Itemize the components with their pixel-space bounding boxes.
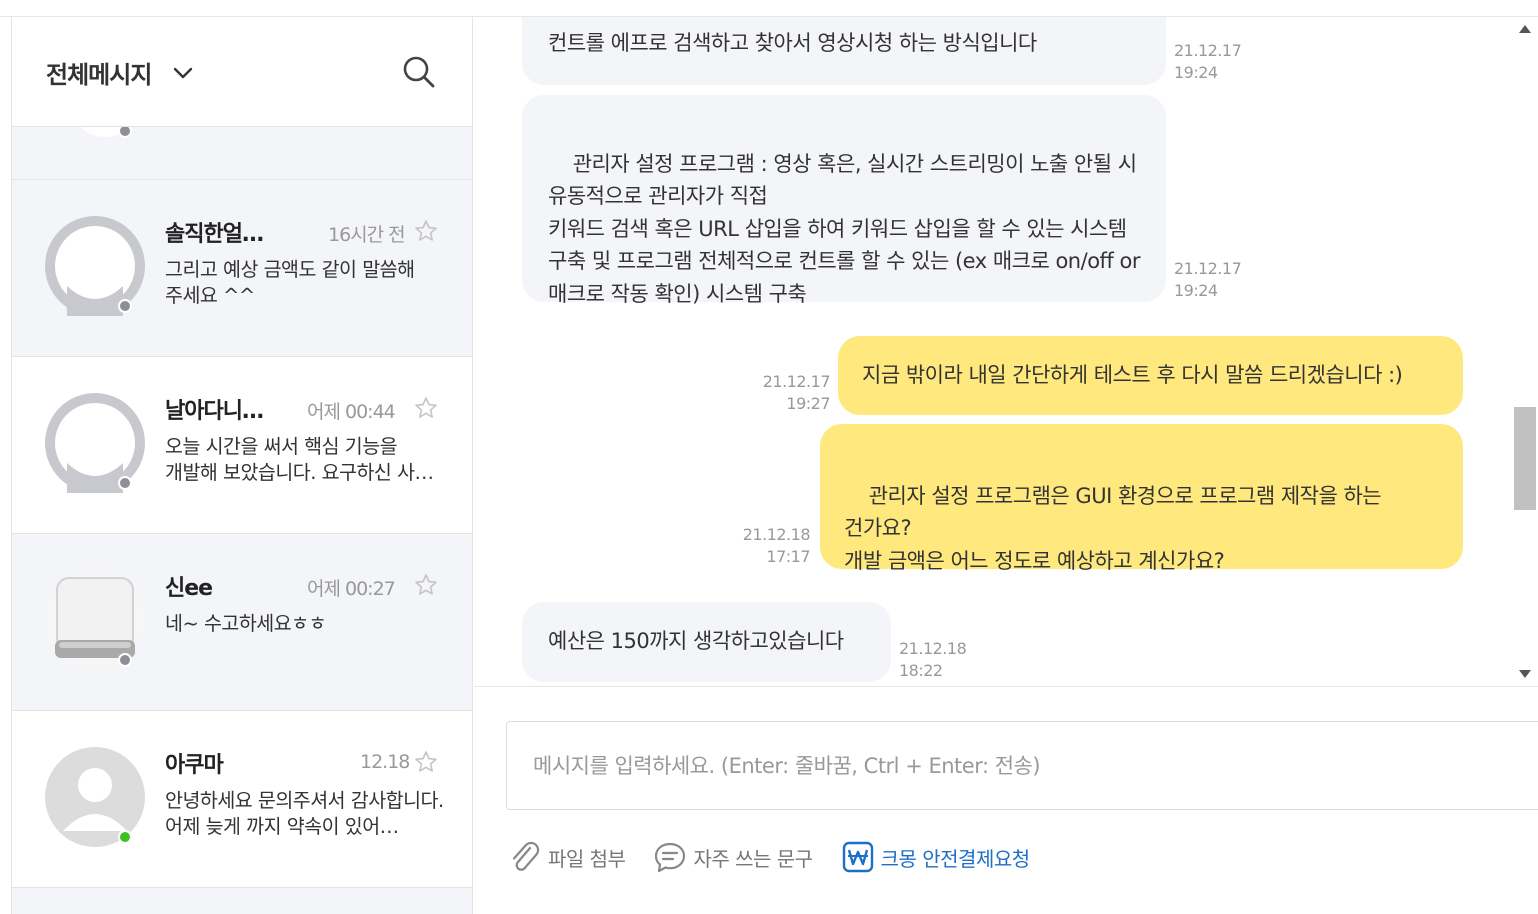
scroll-down-arrow-icon[interactable] [1519,670,1531,678]
frequent-phrases-button[interactable]: 자주 쓰는 문구 [653,840,813,874]
outgoing-message-bubble: 지금 밖이라 내일 간단하게 테스트 후 다시 말씀 드리겠습니다 :) [838,336,1463,415]
won-payment-icon [842,841,873,873]
conversation-row[interactable]: 날아다니… 어제 00:44 오늘 시간을 써서 핵심 기능을 개발해 보았습니… [12,357,472,534]
message-date: 21.12.17 [762,372,831,391]
message-time: 19:24 [1174,63,1218,82]
conversation-time: 어제 00:27 [307,578,396,600]
message-timestamp: 21.12.17 19:24 [1174,258,1242,302]
conversation-row-partial[interactable] [12,127,472,180]
conversation-preview: 안녕하세요 문의주셔서 감사합니다. 어제 늦게 까지 약속이 있어… [165,789,444,838]
outgoing-message-bubble: 관리자 설정 프로그램은 GUI 환경으로 프로그램 제작을 하는 건가요? 개… [820,424,1463,573]
message-timestamp: 21.12.18 18:22 [899,638,967,682]
status-dot [118,127,132,138]
conversation-name: 아쿠마 [165,753,224,778]
conversation-row[interactable]: 아쿠마 12.18 안녕하세요 문의주셔서 감사합니다. 어제 늦게 까지 약속… [12,711,472,888]
conversation-sidebar: 전체메시지 솔직한얼… 16시간 전 그리고 예상 금액도 같이 말씀해 주세요… [11,17,473,914]
composer-divider [474,686,1538,687]
message-input[interactable] [507,722,1538,809]
status-dot [118,299,132,313]
status-dot [118,653,132,667]
incoming-message-bubble: 예산은 150까지 생각하고있습니다 [522,602,891,682]
message-date: 21.12.17 [1174,41,1242,60]
message-thread: 컨트롤 에프로 검색하고 찾아서 영상시청 하는 방식입니다 21.12.17 … [474,17,1512,686]
message-date: 21.12.18 [742,525,811,544]
conversation-row[interactable]: 솔직한얼… 16시간 전 그리고 예상 금액도 같이 말씀해 주세요 ^^ [12,180,472,357]
conversation-list: 솔직한얼… 16시간 전 그리고 예상 금액도 같이 말씀해 주세요 ^^ 날아… [12,127,472,888]
message-input-box [506,721,1538,810]
paperclip-icon [512,841,540,871]
message-time: 17:17 [766,547,810,566]
status-dot [118,830,132,844]
star-icon[interactable] [414,396,438,420]
star-icon[interactable] [414,750,438,774]
safe-payment-request-button[interactable]: 크몽 안전결제요청 [841,840,1030,874]
message-time: 19:24 [1174,281,1218,300]
message-text: 관리자 설정 프로그램은 GUI 환경으로 프로그램 제작을 하는 건가요? 개… [844,483,1382,573]
scrollbar-thumb[interactable] [1514,407,1536,510]
attach-file-button[interactable]: 파일 첨부 [508,840,626,874]
incoming-message-bubble: 컨트롤 에프로 검색하고 찾아서 영상시청 하는 방식입니다 [522,17,1166,85]
search-icon[interactable] [402,55,436,89]
conversation-name: 솔직한얼… [165,222,264,247]
conversation-preview: 그리고 예상 금액도 같이 말씀해 주세요 ^^ [165,258,415,307]
message-timestamp: 21.12.17 19:27 [750,371,831,415]
message-time: 19:27 [786,394,830,413]
attach-file-label: 파일 첨부 [548,846,626,871]
message-scrollbar[interactable] [1512,17,1538,686]
message-text: 예산은 150까지 생각하고있습니다 [548,629,844,653]
message-text: 컨트롤 에프로 검색하고 찾아서 영상시청 하는 방식입니다 [548,31,1037,55]
speech-bubble-icon [655,842,686,873]
message-date: 21.12.18 [899,639,967,658]
message-date: 21.12.17 [1174,259,1242,278]
message-filter-dropdown[interactable]: 전체메시지 [46,55,195,90]
sidebar-header: 전체메시지 [12,17,472,127]
message-timestamp: 21.12.18 17:17 [730,524,811,568]
conversation-time: 16시간 전 [328,224,406,246]
conversation-preview: 오늘 시간을 써서 핵심 기능을 개발해 보았습니다. 요구하신 사… [165,435,434,484]
status-dot [118,476,132,490]
conversation-row[interactable]: 신ee 어제 00:27 네~ 수고하세요ㅎㅎ [12,534,472,711]
star-icon[interactable] [414,573,438,597]
frequent-phrases-label: 자주 쓰는 문구 [693,846,813,871]
incoming-message-bubble: 관리자 설정 프로그램 : 영상 혹은, 실시간 스트리밍이 노출 안될 시 유… [522,95,1166,306]
message-text: 지금 밖이라 내일 간단하게 테스트 후 다시 말씀 드리겠습니다 :) [862,363,1403,387]
conversation-name: 신ee [165,576,213,601]
conversation-preview: 네~ 수고하세요ㅎㅎ [165,612,327,635]
conversation-time: 12.18 [360,751,410,773]
message-time: 18:22 [899,661,943,680]
safe-payment-label: 크몽 안전결제요청 [880,846,1031,871]
scroll-up-arrow-icon[interactable] [1519,25,1531,33]
conversation-name: 날아다니… [165,399,264,424]
chevron-down-icon [174,67,193,78]
message-text: 관리자 설정 프로그램 : 영상 혹은, 실시간 스트리밍이 노출 안될 시 유… [548,151,1141,306]
composer-toolbar: 파일 첨부 자주 쓰는 문구 크몽 안전결제요청 [508,840,1058,874]
conversation-time: 어제 00:44 [307,401,396,423]
filter-label: 전체메시지 [46,61,152,89]
star-icon[interactable] [414,219,438,243]
message-timestamp: 21.12.17 19:24 [1174,40,1242,84]
